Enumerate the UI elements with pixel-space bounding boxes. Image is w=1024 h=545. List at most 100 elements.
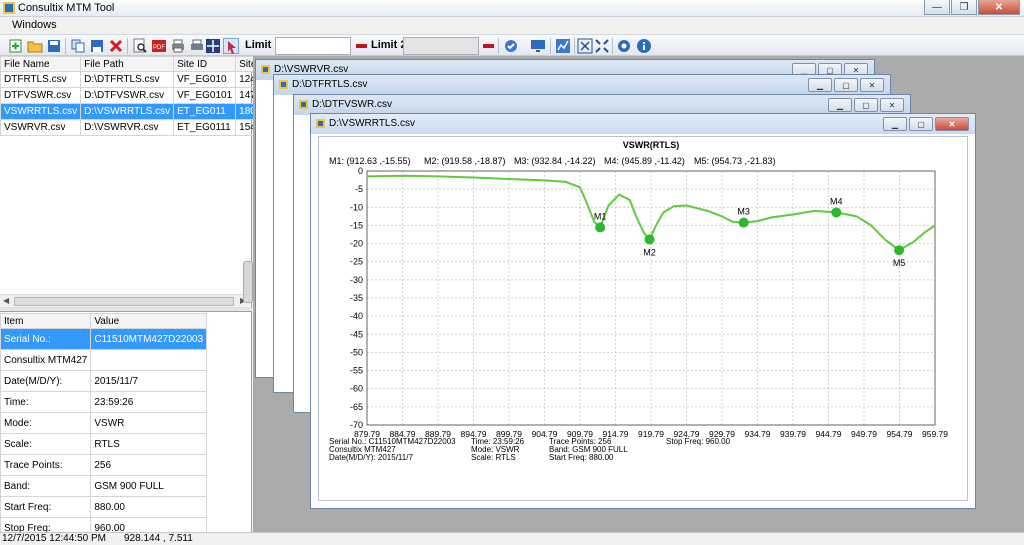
document-icon <box>299 100 308 109</box>
pdf-icon[interactable]: PDF <box>151 38 167 54</box>
shrink-icon[interactable] <box>594 38 610 54</box>
scroll-left-icon[interactable]: ◀ <box>3 296 9 305</box>
fit-icon[interactable] <box>577 38 593 54</box>
header-item[interactable]: Item <box>0 313 92 329</box>
header-value[interactable]: Value <box>90 313 208 329</box>
svg-text:PDF: PDF <box>153 45 165 51</box>
cell: VSWRVR.csv <box>0 119 82 136</box>
marker-point-m4 <box>831 207 842 218</box>
grid-icon[interactable] <box>205 38 221 54</box>
info-row[interactable]: Serial No.: C11510MTM427D22003 <box>0 328 208 350</box>
panel-splitter[interactable] <box>0 308 252 312</box>
marker-readout: M3: (932.84 ,-14.22) <box>514 156 596 166</box>
maximize-button[interactable]: ❐ <box>951 0 977 15</box>
minimize-button[interactable]: — <box>924 0 950 15</box>
y-tick-label: -30 <box>350 275 363 285</box>
child-window-vswrrtls[interactable]: D:\VSWRRTLS.csv ▁ ▢ ✕ VSWR(RTLS) M1: (912.6… <box>310 113 976 509</box>
child-maximize-button[interactable]: ▢ <box>834 78 858 92</box>
monitor-icon[interactable] <box>530 38 546 54</box>
cell: VF_EG010 <box>173 71 237 88</box>
new-icon[interactable] <box>8 38 24 54</box>
info-row[interactable]: Mode: VSWR <box>0 412 208 434</box>
open-icon[interactable] <box>27 38 43 54</box>
limit1-input[interactable] <box>275 37 351 55</box>
info-row[interactable]: Date(M/D/Y): 2015/11/7 <box>0 370 208 392</box>
cell: VSWRRTLS.csv <box>0 103 82 120</box>
child-maximize-button[interactable]: ▢ <box>854 98 878 112</box>
measure-icon[interactable] <box>503 38 519 54</box>
y-tick-label: -60 <box>350 384 363 394</box>
y-tick-label: -50 <box>350 347 363 357</box>
y-tick-label: 0 <box>358 166 363 176</box>
x-tick-label: 959.79 <box>922 429 948 439</box>
status-bar: 12/7/2015 12:44:50 PM 928.144 , 7.511 <box>0 532 1024 545</box>
cell: D:\DTFRTLS.csv <box>80 71 175 88</box>
cell: Scale: <box>0 433 92 455</box>
y-tick-label: -20 <box>350 239 363 249</box>
chart-icon[interactable] <box>555 38 571 54</box>
file-row-selected[interactable]: VSWRRTLS.csv D:\VSWRRTLS.csv ET_EG011 18… <box>0 103 279 120</box>
app-icon <box>3 2 15 14</box>
child-close-button[interactable]: ✕ <box>935 117 969 131</box>
x-tick-label: 949.79 <box>851 429 877 439</box>
header-file-name[interactable]: File Name <box>0 56 82 72</box>
vswr-chart[interactable]: VSWR(RTLS) M1: (912.63 ,-15.55) M2: (919.5… <box>319 137 969 502</box>
scroll-thumb[interactable] <box>14 297 234 306</box>
marker-label: M1 <box>594 211 607 221</box>
child-minimize-button[interactable]: ▁ <box>883 117 907 131</box>
file-row[interactable]: VSWRVR.csv D:\VSWRVR.csv ET_EG0111 1549 <box>0 119 279 136</box>
y-tick-label: -65 <box>350 402 363 412</box>
child-minimize-button[interactable]: ▁ <box>828 98 852 112</box>
save-as-icon[interactable] <box>89 38 105 54</box>
cursor-icon[interactable] <box>223 38 239 54</box>
copy-icon[interactable] <box>70 38 86 54</box>
toolbar: PDF Limit 1 Limit 2 <box>0 34 1024 56</box>
limit2-input[interactable] <box>403 37 479 55</box>
print-preview-icon[interactable] <box>189 38 205 54</box>
print-icon[interactable] <box>170 38 186 54</box>
file-row[interactable]: DTFRTLS.csv D:\DTFRTLS.csv VF_EG010 1245 <box>0 71 279 88</box>
child-title: D:\DTFRTLS.csv <box>292 79 368 90</box>
info-row[interactable]: Band: GSM 900 FULL <box>0 475 208 497</box>
info-row[interactable]: Consultix MTM427 <box>0 349 208 371</box>
child-maximize-button[interactable]: ▢ <box>909 117 933 131</box>
y-tick-label: -5 <box>355 184 363 194</box>
horizontal-scrollbar[interactable]: ◀ ▶ <box>0 294 250 308</box>
info-row[interactable]: Trace Points: 256 <box>0 454 208 476</box>
info-grid: Item Value Serial No.: C11510MTM427D22003… <box>0 313 208 539</box>
close-button[interactable]: ✕ <box>978 0 1020 15</box>
info-icon[interactable] <box>636 38 652 54</box>
marker-point-m2 <box>644 234 655 245</box>
delete-icon[interactable] <box>108 38 124 54</box>
chart-footer-text: Stop Freq: 960.00 <box>666 437 731 446</box>
cell: Mode: <box>0 412 92 434</box>
marker-label: M3 <box>737 207 750 217</box>
child-minimize-button[interactable]: ▁ <box>808 78 832 92</box>
header-file-path[interactable]: File Path <box>80 56 175 72</box>
limit1-color-marker[interactable] <box>356 44 367 48</box>
limit2-label: Limit 2 <box>371 39 407 51</box>
info-row[interactable]: Scale: RTLS <box>0 433 208 455</box>
marker-readout: M2: (919.58 ,-18.87) <box>424 156 506 166</box>
y-tick-label: -35 <box>350 293 363 303</box>
chart-footer-text: Scale: RTLS <box>471 453 516 462</box>
marker-label: M4 <box>830 196 843 206</box>
child-close-button[interactable]: ✕ <box>860 78 884 92</box>
settings-icon[interactable] <box>616 38 632 54</box>
info-row[interactable]: Time: 23:59:26 <box>0 391 208 413</box>
header-site-id[interactable]: Site ID <box>173 56 237 72</box>
y-tick-label: -15 <box>350 220 363 230</box>
file-row[interactable]: DTFVSWR.csv D:\DTFVSWR.csv VF_EG0101 147… <box>0 87 279 104</box>
collapse-grip[interactable] <box>243 261 253 303</box>
save-icon[interactable] <box>46 38 62 54</box>
limit2-color-marker[interactable] <box>483 44 494 48</box>
x-tick-label: 944.79 <box>816 429 842 439</box>
cell: VSWR <box>90 412 208 434</box>
info-row[interactable]: Start Freq: 880.00 <box>0 496 208 518</box>
x-tick-label: 934.79 <box>745 429 771 439</box>
child-close-button[interactable]: ✕ <box>880 98 904 112</box>
zoom-icon[interactable] <box>132 38 148 54</box>
menu-windows[interactable]: Windows <box>12 19 57 31</box>
menu-bar: Windows <box>0 17 1024 34</box>
mdi-workspace: D:\VSWRVR.csv ▁ ▢ ✕ D:\DTFRTLS.csv ▁ ▢ ✕ D:\… <box>253 56 1024 532</box>
